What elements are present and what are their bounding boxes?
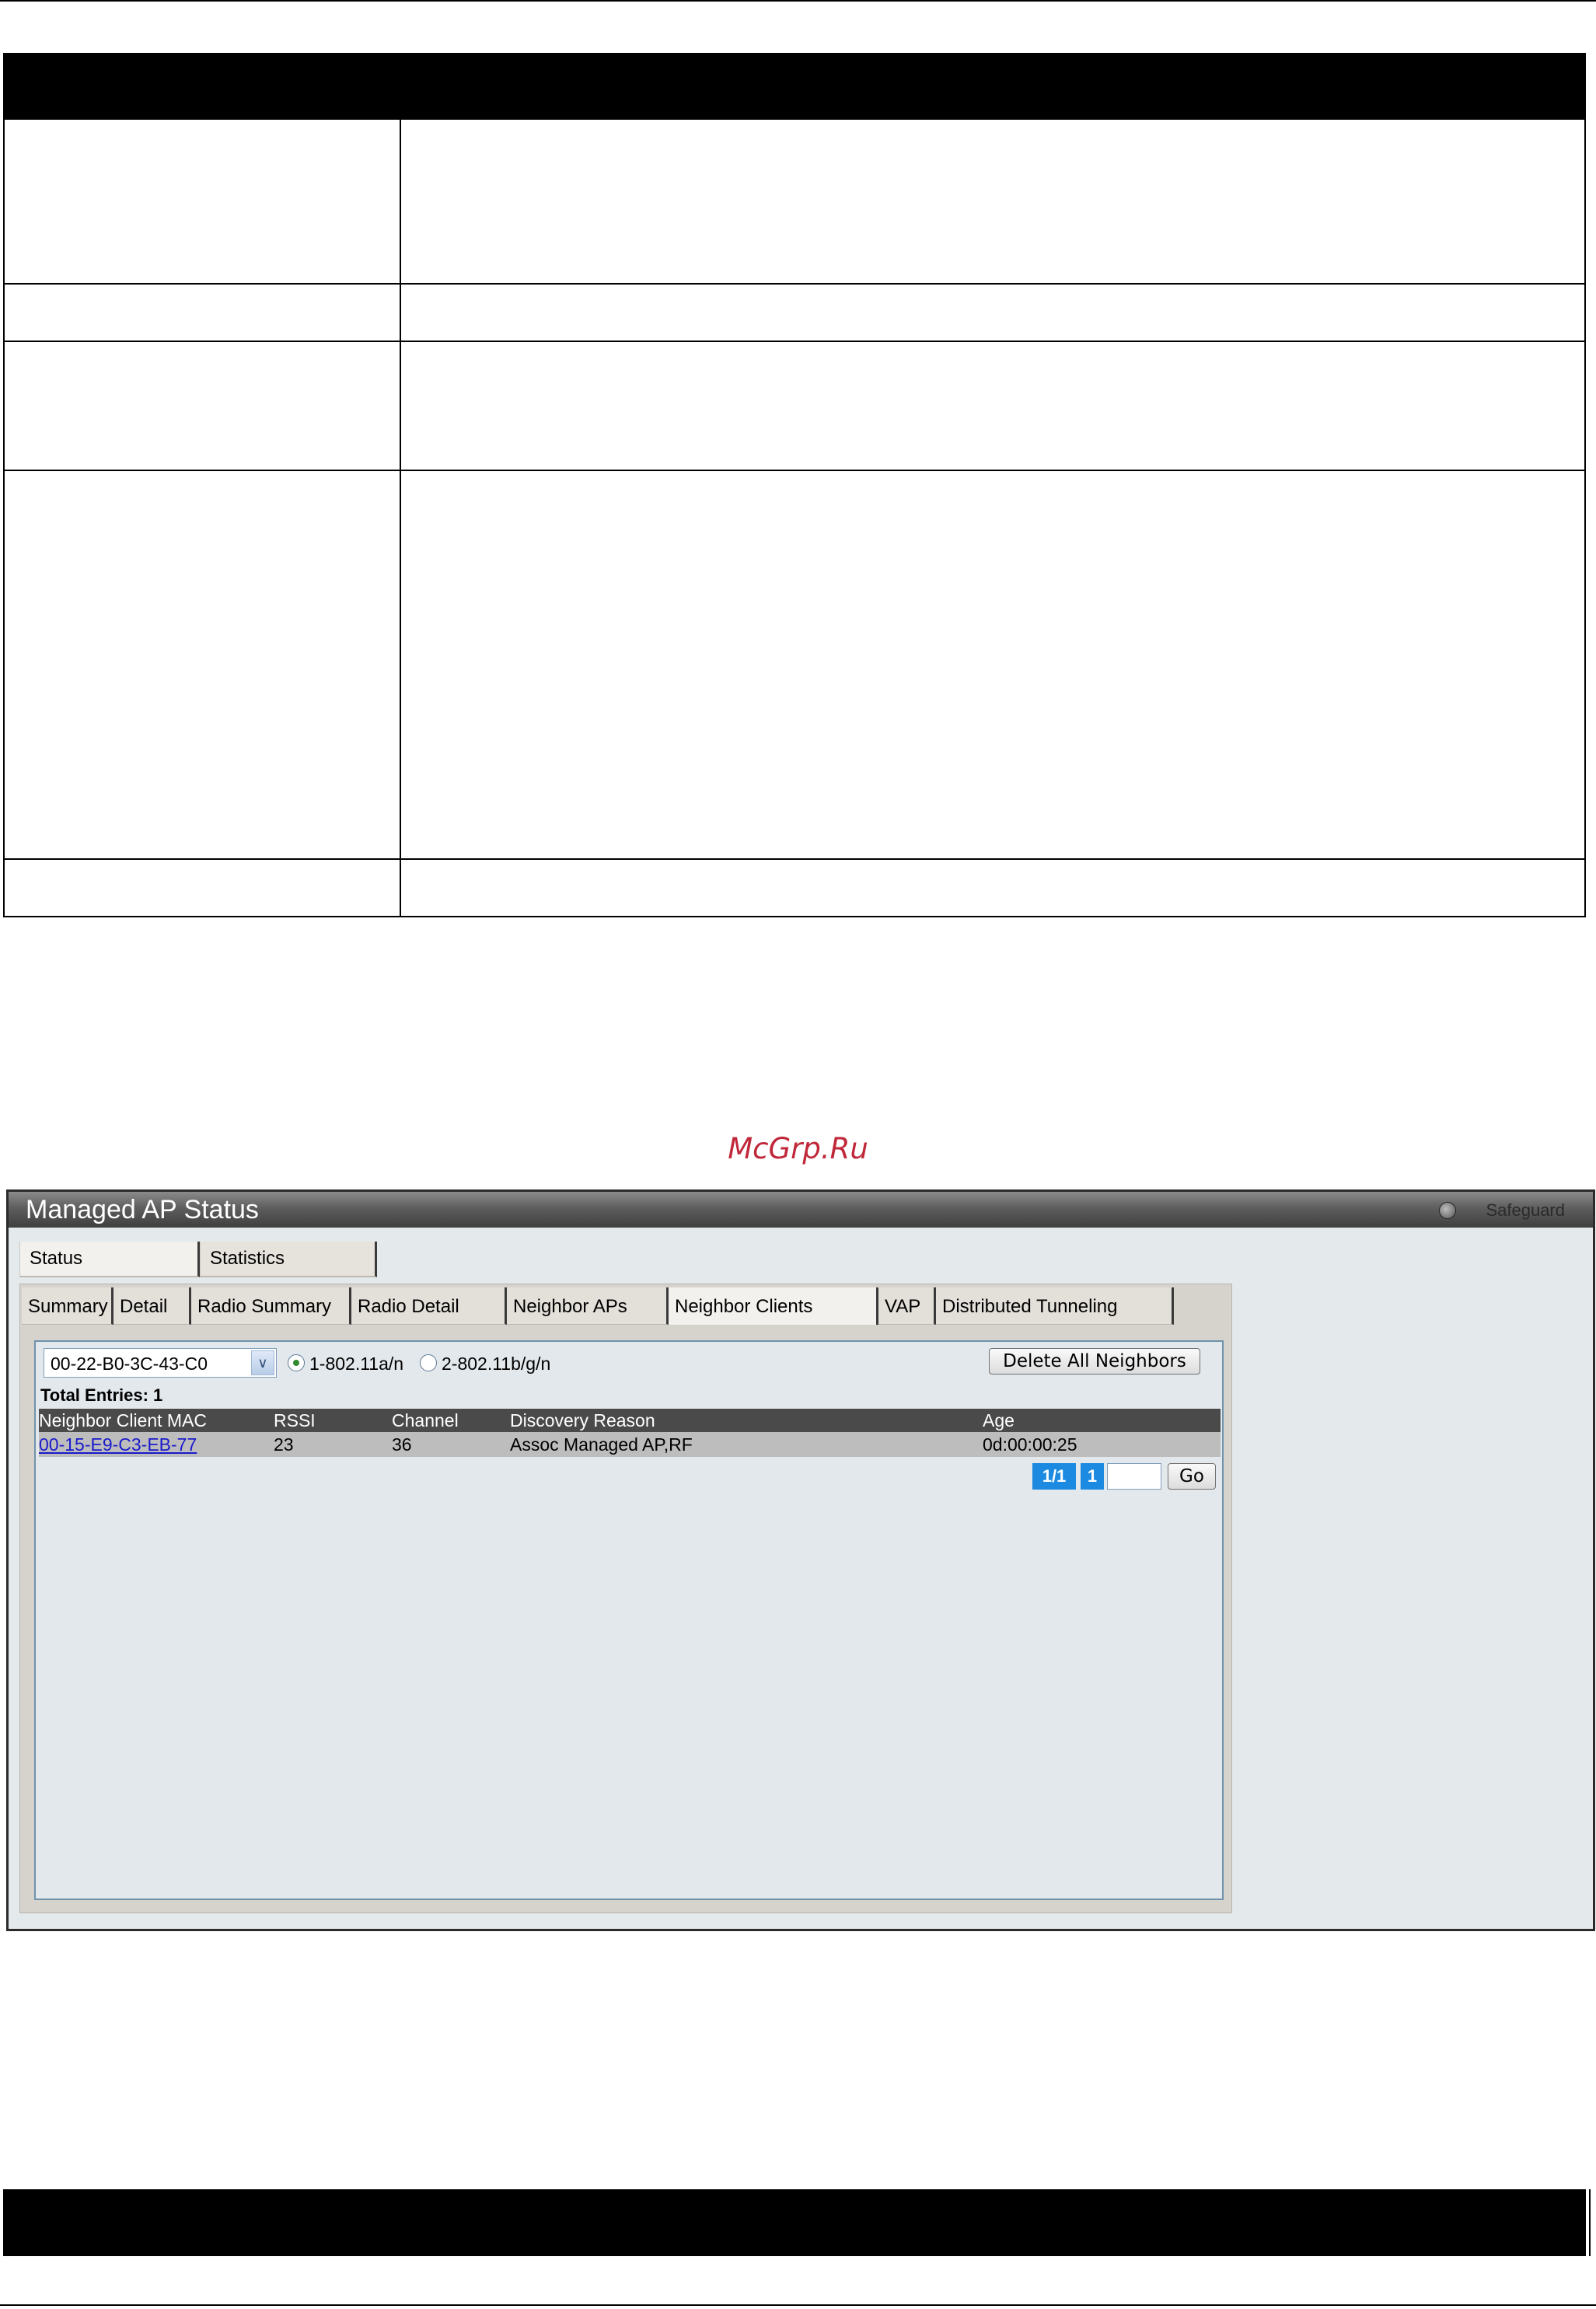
subtab-detail[interactable]: Detail xyxy=(114,1287,191,1325)
col-channel: Channel xyxy=(392,1410,459,1430)
title-bar: Managed AP Status Safeguard xyxy=(9,1192,1593,1228)
bottom-rule xyxy=(0,2304,1596,2306)
ap-select[interactable]: 00-22-B0-3C-43-C0 ∨ xyxy=(44,1348,277,1378)
page-number-input[interactable] xyxy=(1107,1463,1161,1490)
parameter-row xyxy=(3,471,1586,860)
next-table-header xyxy=(3,2189,1591,2256)
subtab-summary[interactable]: Summary xyxy=(22,1287,114,1325)
parameter-row xyxy=(3,285,1586,342)
cell-rssi: 23 xyxy=(274,1434,294,1455)
subtab-neighbor-aps[interactable]: Neighbor APs xyxy=(507,1287,669,1325)
tab-statistics[interactable]: Statistics xyxy=(200,1242,377,1277)
col-discovery-reason: Discovery Reason xyxy=(510,1410,655,1430)
subtab-distributed-tunneling[interactable]: Distributed Tunneling xyxy=(936,1287,1174,1325)
total-entries: Total Entries: 1 xyxy=(40,1385,163,1405)
ap-select-value: 00-22-B0-3C-43-C0 xyxy=(51,1354,208,1374)
radio-80211bgn[interactable] xyxy=(420,1354,437,1371)
watermark: McGrp.Ru xyxy=(728,1132,868,1165)
col-neighbor-client-mac: Neighbor Client MAC xyxy=(39,1410,208,1430)
parameter-row xyxy=(3,120,1586,285)
cell-age: 0d:00:00:25 xyxy=(983,1434,1077,1455)
col-age: Age xyxy=(983,1410,1015,1430)
subtab-neighbor-clients[interactable]: Neighbor Clients xyxy=(669,1287,878,1325)
cell-discovery-reason: Assoc Managed AP,RF xyxy=(510,1434,693,1455)
table-row: 00-15-E9-C3-EB-77 23 36 Assoc Managed AP… xyxy=(39,1432,1221,1457)
top-rule xyxy=(0,0,1596,2)
go-button[interactable]: Go xyxy=(1168,1463,1216,1490)
subtab-radio-detail[interactable]: Radio Detail xyxy=(351,1287,507,1325)
cell-channel: 36 xyxy=(392,1434,412,1455)
safeguard-label: Safeguard xyxy=(1486,1200,1565,1220)
chevron-down-icon[interactable]: ∨ xyxy=(251,1350,274,1375)
table-header: Neighbor Client MAC RSSI Channel Discove… xyxy=(39,1409,1221,1432)
col-rssi: RSSI xyxy=(274,1410,316,1430)
managed-ap-status-window: Managed AP Status Safeguard Status Stati… xyxy=(6,1189,1595,1931)
radio-80211an-label: 1-802.11a/n xyxy=(309,1354,404,1374)
subtab-radio-summary[interactable]: Radio Summary xyxy=(191,1287,351,1325)
tab-status[interactable]: Status xyxy=(19,1242,200,1277)
status-panel: Summary Detail Radio Summary Radio Detai… xyxy=(19,1284,1232,1913)
parameter-table xyxy=(3,53,1586,917)
radio-80211bgn-label: 2-802.11b/g/n xyxy=(442,1354,551,1374)
page-link[interactable]: 1 xyxy=(1081,1463,1104,1490)
window-title: Managed AP Status xyxy=(26,1195,259,1224)
subtab-vap[interactable]: VAP xyxy=(878,1287,936,1325)
parameter-table-header xyxy=(3,53,1586,120)
parameter-row xyxy=(3,860,1586,917)
safeguard-icon xyxy=(1439,1202,1456,1219)
radio-80211an[interactable] xyxy=(288,1354,305,1371)
neighbor-clients-content: 00-22-B0-3C-43-C0 ∨ 1-802.11a/n 2-802.11… xyxy=(34,1340,1224,1900)
parameter-row xyxy=(3,342,1586,471)
page-indicator: 1/1 xyxy=(1032,1463,1076,1490)
delete-all-neighbors-button[interactable]: Delete All Neighbors xyxy=(989,1348,1200,1375)
client-mac-link[interactable]: 00-15-E9-C3-EB-77 xyxy=(39,1434,197,1455)
